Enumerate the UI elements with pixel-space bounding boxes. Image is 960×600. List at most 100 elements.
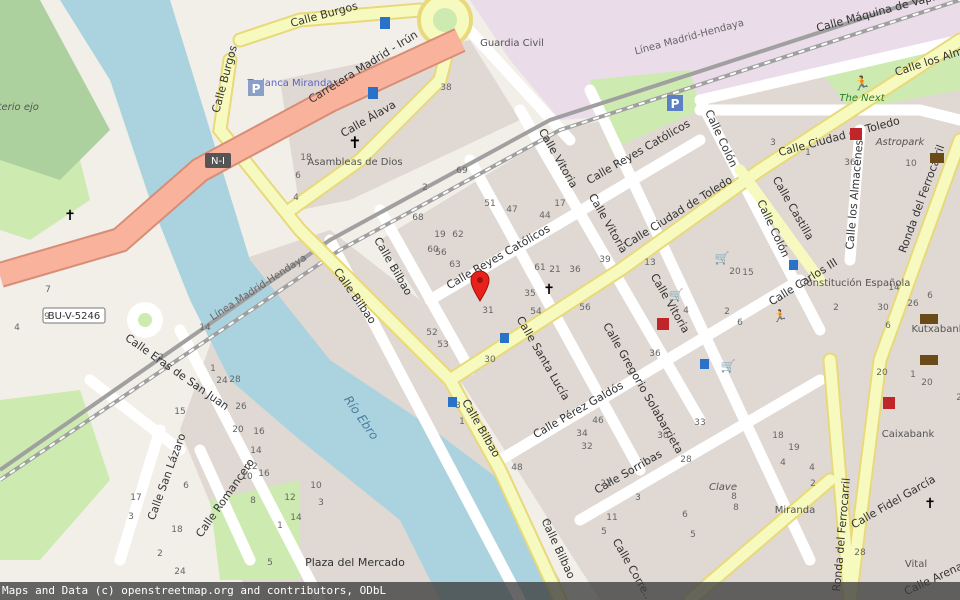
house-number: 14	[250, 446, 262, 456]
house-number: 48	[511, 463, 523, 473]
house-number: 10	[905, 159, 917, 169]
house-number: 17	[130, 493, 141, 503]
house-number: 18	[772, 431, 784, 441]
house-number: 4	[683, 306, 689, 316]
house-number: 15	[742, 268, 753, 278]
map-canvas[interactable]: Calle Burgos Calle Burgos Carretera Madr…	[0, 0, 960, 600]
house-number: 13	[644, 258, 655, 268]
bank-icon	[930, 153, 944, 163]
place-label: Miranda	[775, 505, 815, 516]
house-number: 1	[805, 148, 811, 158]
house-number: 26	[907, 299, 919, 309]
house-number: 46	[592, 416, 604, 426]
house-number: 44	[539, 211, 551, 221]
house-number: 6	[927, 291, 933, 301]
house-number: 47	[506, 205, 517, 215]
fuel-icon	[368, 87, 378, 99]
house-number: 1	[210, 364, 216, 374]
house-number: 18	[171, 525, 183, 535]
house-number: 63	[449, 260, 460, 270]
house-number: 24	[174, 567, 186, 577]
house-number: 1	[277, 521, 283, 531]
house-number: 14	[888, 283, 900, 293]
house-number: 3	[635, 493, 641, 503]
place-label: Astropark	[875, 137, 926, 148]
house-number: 2	[810, 479, 816, 489]
place-label: Guardia Civil	[480, 38, 544, 49]
house-number: 6	[682, 510, 688, 520]
house-number: 38	[440, 83, 452, 93]
house-number: 68	[412, 213, 424, 223]
house-number: 2	[158, 353, 164, 363]
pharmacy-icon	[657, 318, 669, 330]
house-number: 7	[45, 285, 51, 295]
house-number: 1	[459, 417, 465, 427]
place-label: Kutxabank	[912, 324, 960, 335]
house-number: 28	[680, 455, 692, 465]
house-number: 69	[456, 166, 468, 176]
house-number: 28	[229, 375, 241, 385]
house-number: 6	[737, 318, 743, 328]
house-number: 8	[731, 492, 737, 502]
house-number: 9	[44, 312, 50, 322]
house-number: 18	[300, 153, 312, 163]
house-number: 24	[216, 376, 228, 386]
house-number: 56	[435, 248, 447, 258]
house-number: 5	[601, 527, 607, 537]
map-attribution[interactable]: Maps and Data (c) openstreetmap.org and …	[0, 582, 960, 600]
house-number: 28	[854, 548, 866, 558]
house-number: 5	[690, 530, 696, 540]
house-number: 1	[910, 370, 916, 380]
house-number: 4	[14, 323, 20, 333]
house-number: 56	[579, 303, 591, 313]
bus-stop-icon	[500, 333, 509, 343]
house-number: 53	[437, 340, 448, 350]
house-number: 3	[770, 138, 776, 148]
house-number: 19	[434, 230, 446, 240]
house-number: 32	[581, 442, 592, 452]
house-number: 8	[250, 496, 256, 506]
house-number: 35	[524, 289, 535, 299]
place-label: Asambleas de Dios	[307, 157, 402, 168]
bus-stop-icon	[789, 260, 798, 270]
house-number: 36	[844, 158, 856, 168]
house-number: 5	[267, 558, 273, 568]
shop-icon: 🛒	[715, 251, 730, 265]
house-number: 2	[724, 307, 730, 317]
house-number: 2	[833, 303, 839, 313]
place-label: Plaza del Mercado	[305, 556, 405, 569]
house-number: 36	[569, 265, 581, 275]
house-number: 19	[788, 443, 800, 453]
house-number: 6	[885, 321, 891, 331]
house-number: 6	[183, 481, 189, 491]
house-number: 10	[310, 481, 322, 491]
house-number: 3	[318, 498, 324, 508]
house-number: 14	[290, 513, 302, 523]
house-number: 10	[241, 472, 253, 482]
house-number: 6	[295, 171, 301, 181]
house-number: 12	[284, 493, 295, 503]
house-number: 15	[174, 407, 185, 417]
house-number: 30	[484, 355, 496, 365]
church-icon: ✝	[64, 208, 76, 224]
house-number: 11	[606, 513, 617, 523]
house-number: 4	[293, 193, 299, 203]
place-label: Caixabank	[882, 429, 935, 440]
house-number: 26	[235, 402, 247, 412]
house-number: 21	[549, 265, 560, 275]
house-number: 3	[128, 512, 134, 522]
place-label: enterio ejo	[0, 102, 39, 113]
bank-icon	[920, 355, 938, 365]
house-number: 2	[157, 549, 163, 559]
house-number: 33	[694, 418, 705, 428]
house-number: 20	[729, 267, 741, 277]
house-number: 61	[534, 263, 545, 273]
bus-stop-icon	[700, 359, 709, 369]
house-number: 62	[452, 230, 463, 240]
bank-icon	[920, 314, 938, 324]
parking-letter-icon: P	[252, 82, 261, 96]
house-number: 20	[232, 425, 244, 435]
church-icon: ✝	[924, 496, 936, 512]
road-ref-label: N-I	[211, 156, 225, 167]
house-number: 16	[253, 427, 265, 437]
